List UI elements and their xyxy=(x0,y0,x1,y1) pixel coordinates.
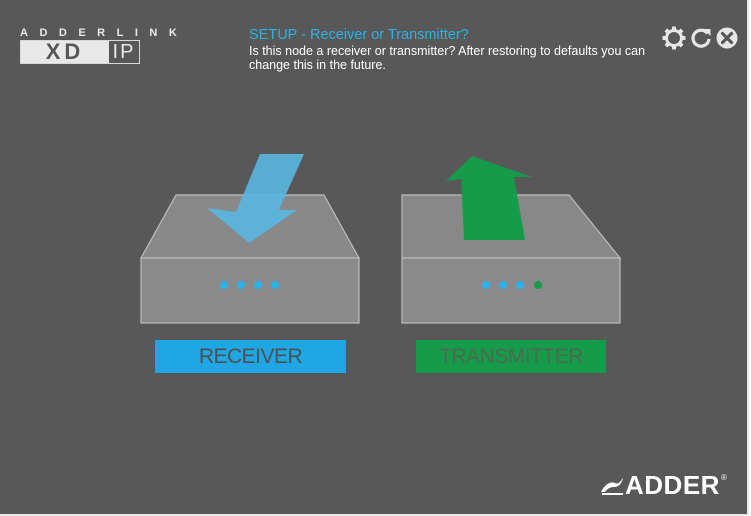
logo-ip: IP xyxy=(112,41,136,63)
page-title: SETUP - Receiver or Transmitter? xyxy=(249,27,469,43)
receiver-led xyxy=(254,281,262,289)
gear-icon[interactable] xyxy=(661,25,687,51)
logo-box: XD IP xyxy=(20,40,140,64)
transmitter-led xyxy=(482,281,490,289)
receiver-led xyxy=(220,281,228,289)
refresh-icon[interactable] xyxy=(688,25,714,51)
receiver-button[interactable]: RECEIVER xyxy=(155,340,346,373)
adderlink-xdip-logo: ADDERLINK XD IP xyxy=(20,27,220,71)
logo-xd: XD xyxy=(21,41,109,63)
receiver-led xyxy=(237,281,245,289)
close-icon[interactable] xyxy=(714,25,740,51)
transmitter-led xyxy=(534,281,542,289)
adder-snake-icon xyxy=(601,478,623,495)
setup-screen: ADDERLINK XD IP SETUP - Receiver or Tran… xyxy=(0,0,749,516)
registered-mark: ® xyxy=(720,473,727,482)
adder-wordmark: ADDER xyxy=(625,469,720,500)
page-description: Is this node a receiver or transmitter? … xyxy=(249,44,646,72)
adder-logo: ADDER ® xyxy=(599,470,727,500)
receiver-device-illustration[interactable] xyxy=(140,150,360,325)
transmitter-led xyxy=(516,281,524,289)
transmitter-led xyxy=(499,281,507,289)
transmitter-device-illustration[interactable] xyxy=(401,150,621,325)
receiver-led xyxy=(271,281,279,289)
logo-wordmark: ADDERLINK xyxy=(20,27,189,39)
transmitter-button[interactable]: TRANSMITTER xyxy=(416,340,606,373)
